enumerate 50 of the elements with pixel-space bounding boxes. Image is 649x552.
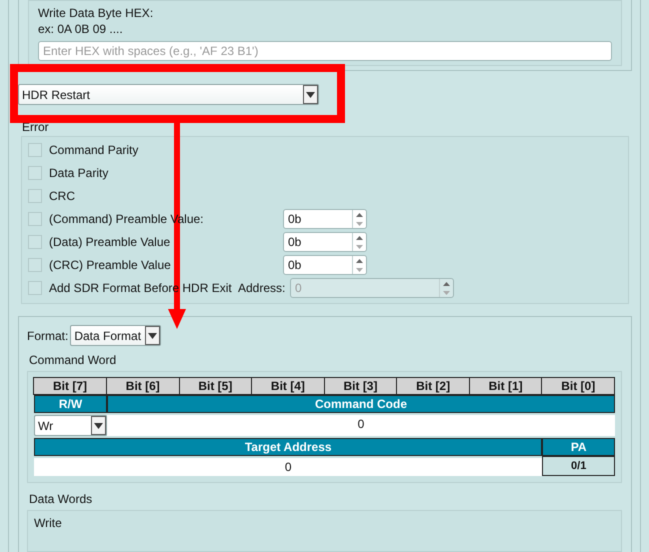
address-label: Address: — [238, 281, 286, 295]
field-label: Write Data Byte HEX: — [38, 5, 154, 21]
option-label: CRC — [49, 189, 76, 203]
example-text: ex: 0A 0B 09 .... — [38, 21, 124, 37]
spin-field[interactable]: 0b — [283, 209, 367, 229]
table-cell: 0 — [107, 415, 615, 436]
up-arrow-icon[interactable] — [356, 212, 363, 216]
format-label: Format: — [27, 328, 68, 344]
bit-header: Bit [6] — [106, 377, 180, 395]
table-cell: 0 — [34, 458, 542, 476]
spin-field[interactable]: 0b — [283, 232, 367, 252]
section-title: Command Word — [29, 352, 118, 368]
option-label: (Data) Preamble Value — [49, 235, 170, 249]
up-arrow-icon[interactable] — [356, 236, 363, 240]
column-header: PA — [542, 438, 615, 456]
spin-field[interactable]: 0b — [283, 255, 367, 275]
hex-input-field[interactable]: Enter HEX with spaces (e.g., 'AF 23 B1') — [38, 41, 612, 61]
checkbox[interactable] — [28, 189, 42, 203]
caret-icon — [306, 92, 315, 98]
group-title: Write — [34, 515, 63, 531]
bit-header: Bit [7] — [33, 377, 107, 395]
caret-icon — [148, 332, 158, 338]
column-header: R/W — [34, 395, 107, 413]
option-label: (CRC) Preamble Value — [49, 258, 171, 272]
bit-header: Bit [3] — [324, 377, 398, 395]
checkbox[interactable] — [28, 166, 42, 180]
rw-dropdown[interactable]: Wr — [34, 415, 107, 436]
checkbox[interactable] — [28, 212, 42, 226]
bit-header: Bit [4] — [251, 377, 325, 395]
bit-header: Bit [5] — [178, 377, 252, 395]
section-title: Error — [22, 119, 50, 135]
down-arrow-icon[interactable] — [356, 268, 363, 272]
bit-header: Bit [2] — [396, 377, 470, 395]
up-arrow-icon[interactable] — [356, 258, 363, 262]
column-header: Command Code — [107, 395, 615, 413]
checkbox[interactable] — [28, 258, 42, 272]
column-header: Target Address — [34, 438, 542, 456]
option-label: Data Parity — [49, 166, 110, 180]
caret-icon — [94, 422, 103, 428]
down-arrow-icon[interactable] — [356, 222, 363, 226]
checkbox[interactable] — [28, 235, 42, 249]
option-label: Command Parity — [49, 143, 140, 157]
bit-header: Bit [1] — [468, 377, 542, 395]
command-dropdown[interactable]: HDR Restart — [18, 84, 319, 105]
bit-header: Bit [0] — [541, 377, 615, 395]
section-title: Data Words — [29, 491, 94, 507]
checkbox[interactable] — [28, 143, 42, 157]
down-arrow-icon[interactable] — [356, 244, 363, 248]
format-dropdown[interactable]: Data Format — [70, 325, 162, 346]
table-cell: 0/1 — [542, 456, 615, 476]
